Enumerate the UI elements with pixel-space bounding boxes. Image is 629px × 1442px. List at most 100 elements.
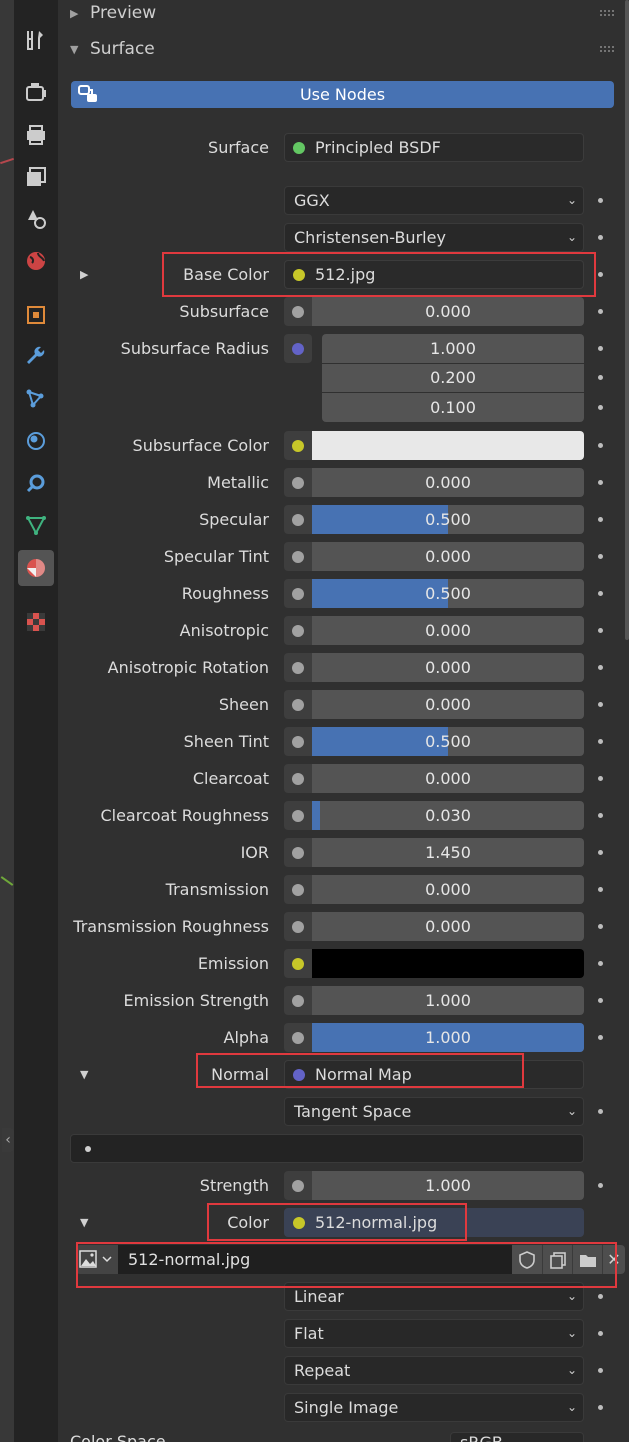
keyframe-dot-icon[interactable]: [598, 235, 603, 240]
keyframe-dot-icon[interactable]: [598, 375, 603, 380]
particles-tab[interactable]: [18, 381, 54, 417]
keyframe-dot-icon[interactable]: [598, 813, 603, 818]
clearcoat-roughness-slider[interactable]: 0.030: [312, 801, 584, 830]
socket-button[interactable]: [284, 468, 312, 497]
keyframe-dot-icon[interactable]: [598, 1405, 603, 1410]
socket-button[interactable]: [284, 949, 312, 978]
keyframe-dot-icon[interactable]: [598, 591, 603, 596]
keyframe-dot-icon[interactable]: [598, 739, 603, 744]
normal-space-dropdown[interactable]: Tangent Space ⌄: [284, 1097, 584, 1126]
world-tab[interactable]: [18, 243, 54, 279]
anisotropic-rotation-slider[interactable]: 0.000: [312, 653, 584, 682]
radius-z-field[interactable]: 0.100: [322, 393, 584, 422]
surface-shader-field[interactable]: Principled BSDF: [284, 133, 584, 162]
keyframe-dot-icon[interactable]: [598, 924, 603, 929]
keyframe-dot-icon[interactable]: [598, 628, 603, 633]
keyframe-dot-icon[interactable]: [598, 850, 603, 855]
socket-button[interactable]: [284, 542, 312, 571]
socket-button[interactable]: [284, 727, 312, 756]
keyframe-dot-icon[interactable]: [598, 776, 603, 781]
emission-strength-field[interactable]: 1.000: [312, 986, 584, 1015]
output-tab[interactable]: [18, 117, 54, 153]
anisotropic-slider[interactable]: 0.000: [312, 616, 584, 645]
keyframe-dot-icon[interactable]: [598, 443, 603, 448]
normal-link-field[interactable]: Normal Map: [284, 1060, 584, 1089]
image-name-field[interactable]: 512-normal.jpg: [118, 1245, 512, 1274]
subsurface-slider[interactable]: 0.000: [312, 297, 584, 326]
data-tab[interactable]: [18, 507, 54, 543]
view-layer-tab[interactable]: [18, 159, 54, 195]
socket-button[interactable]: [284, 764, 312, 793]
transmission-slider[interactable]: 0.000: [312, 875, 584, 904]
specular-tint-slider[interactable]: 0.000: [312, 542, 584, 571]
keyframe-dot-icon[interactable]: [598, 480, 603, 485]
socket-button[interactable]: [284, 690, 312, 719]
duplicate-button[interactable]: [542, 1245, 573, 1274]
preview-header[interactable]: ▶ Preview: [70, 0, 156, 26]
sheen-slider[interactable]: 0.000: [312, 690, 584, 719]
strength-field[interactable]: 1.000: [312, 1171, 584, 1200]
radius-x-field[interactable]: 1.000: [322, 334, 584, 363]
keyframe-dot-icon[interactable]: [598, 1294, 603, 1299]
socket-button[interactable]: [284, 653, 312, 682]
keyframe-dot-icon[interactable]: [598, 702, 603, 707]
emission-color-swatch[interactable]: [312, 949, 584, 978]
keyframe-dot-icon[interactable]: [598, 1109, 603, 1114]
keyframe-dot-icon[interactable]: [598, 998, 603, 1003]
keyframe-dot-icon[interactable]: [598, 309, 603, 314]
keyframe-dot-icon[interactable]: [598, 554, 603, 559]
image-browse-button[interactable]: [76, 1245, 118, 1274]
keyframe-dot-icon[interactable]: [598, 405, 603, 410]
socket-button[interactable]: [284, 838, 312, 867]
socket-button[interactable]: [284, 616, 312, 645]
extension-dropdown[interactable]: Repeat ⌄: [284, 1356, 584, 1385]
socket-button[interactable]: [284, 579, 312, 608]
socket-button[interactable]: [284, 334, 312, 363]
keyframe-dot-icon[interactable]: [598, 1035, 603, 1040]
ior-slider[interactable]: 1.450: [312, 838, 584, 867]
sheen-tint-slider[interactable]: 0.500: [312, 727, 584, 756]
keyframe-dot-icon[interactable]: [598, 665, 603, 670]
metallic-slider[interactable]: 0.000: [312, 468, 584, 497]
render-tab[interactable]: [18, 74, 54, 110]
specular-slider[interactable]: 0.500: [312, 505, 584, 534]
surface-header[interactable]: ▼ Surface: [70, 36, 155, 62]
keyframe-dot-icon[interactable]: [598, 1368, 603, 1373]
clearcoat-slider[interactable]: 0.000: [312, 764, 584, 793]
keyframe-dot-icon[interactable]: [598, 1183, 603, 1188]
material-tab[interactable]: [18, 550, 54, 586]
socket-button[interactable]: [284, 431, 312, 460]
socket-button[interactable]: [284, 297, 312, 326]
uv-map-field[interactable]: [70, 1134, 584, 1163]
keyframe-dot-icon[interactable]: [598, 1331, 603, 1336]
keyframe-dot-icon[interactable]: [598, 198, 603, 203]
drag-grip-icon[interactable]: [599, 9, 615, 17]
keyframe-dot-icon[interactable]: [598, 346, 603, 351]
texture-tab[interactable]: [18, 604, 54, 640]
physics-tab[interactable]: [18, 423, 54, 459]
fake-user-button[interactable]: [512, 1245, 542, 1274]
color-space-dropdown[interactable]: sRGB: [450, 1432, 584, 1442]
keyframe-dot-icon[interactable]: [598, 961, 603, 966]
subsurface-color-swatch[interactable]: [312, 431, 584, 460]
socket-button[interactable]: [284, 505, 312, 534]
scene-tab[interactable]: [18, 201, 54, 237]
roughness-slider[interactable]: 0.500: [312, 579, 584, 608]
socket-button[interactable]: [284, 875, 312, 904]
object-tab[interactable]: [18, 297, 54, 333]
color-link-field[interactable]: 512-normal.jpg: [284, 1208, 584, 1237]
socket-button[interactable]: [284, 1023, 312, 1052]
socket-button[interactable]: [284, 912, 312, 941]
tool-tab[interactable]: [18, 22, 54, 58]
expanded-arrow-icon[interactable]: ▼: [80, 1060, 88, 1089]
expand-arrow-icon[interactable]: ▶: [80, 260, 88, 289]
collapse-arrow-icon[interactable]: ‹: [2, 1128, 14, 1152]
base-color-link-field[interactable]: 512.jpg: [284, 260, 584, 289]
distribution-dropdown[interactable]: GGX ⌄: [284, 186, 584, 215]
socket-button[interactable]: [284, 801, 312, 830]
radius-y-field[interactable]: 0.200: [322, 364, 584, 392]
open-image-button[interactable]: [572, 1245, 603, 1274]
use-nodes-button[interactable]: Use Nodes: [71, 81, 614, 108]
unlink-button[interactable]: ✕: [602, 1245, 625, 1274]
keyframe-dot-icon[interactable]: [598, 517, 603, 522]
